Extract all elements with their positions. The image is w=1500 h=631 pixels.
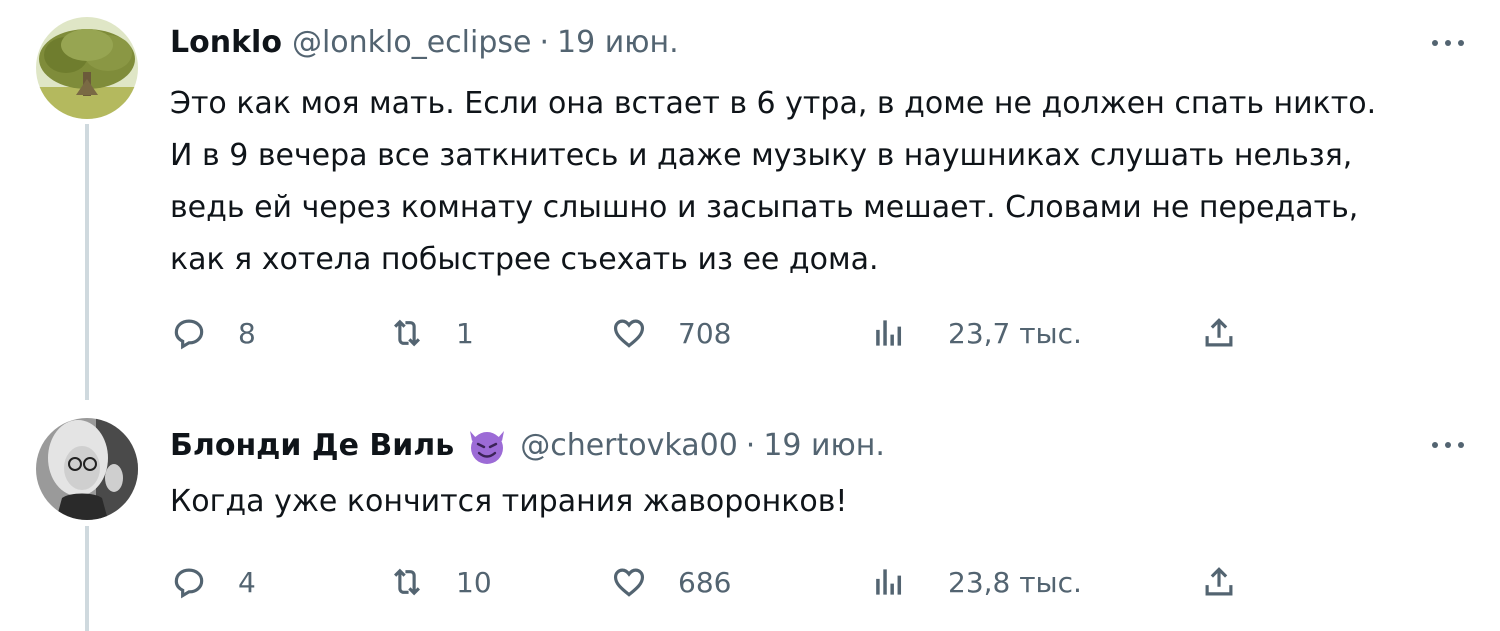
- tweet: Блонди Де Виль @chertovka00 · 19 июн. Ко…: [0, 400, 1500, 631]
- views-chart-icon: [876, 320, 902, 346]
- heart-icon: [613, 319, 645, 348]
- tweet-text-line: как я хотела побыстрее съехать из ее дом…: [170, 242, 879, 277]
- retweet-icon: [394, 568, 420, 596]
- tweet: Lonklo @lonklo_eclipse · 19 июн. Это как…: [0, 0, 1500, 400]
- thread-line: [85, 526, 89, 631]
- views-chart-icon: [876, 569, 902, 595]
- more-options-icon[interactable]: [1428, 427, 1468, 463]
- like-button[interactable]: 686: [610, 559, 731, 605]
- reply-button[interactable]: 4: [170, 559, 256, 605]
- share-icon: [1205, 567, 1233, 596]
- views-button[interactable]: 23,7 тыс.: [870, 310, 1082, 356]
- tweet-text-line: Это как моя мать. Если она встает в 6 ут…: [170, 86, 1377, 121]
- reply-count: 4: [238, 565, 256, 599]
- author-name[interactable]: Блонди Де Виль: [170, 428, 454, 464]
- tweet-text-line: Когда уже кончится тирания жаворонков!: [170, 484, 848, 519]
- tweet-actions: 4 10 686 23,8 тыс.: [170, 559, 1250, 605]
- like-count: 708: [678, 316, 732, 350]
- heart-icon: [613, 568, 645, 597]
- views-count: 23,7 тыс.: [948, 316, 1082, 350]
- views-button[interactable]: 23,8 тыс.: [870, 559, 1082, 605]
- author-name[interactable]: Lonklo: [170, 25, 282, 61]
- retweet-count: 10: [456, 565, 492, 599]
- thread-line: [85, 124, 89, 400]
- reply-button[interactable]: 8: [170, 310, 256, 356]
- retweet-button[interactable]: 1: [388, 310, 474, 356]
- author-handle[interactable]: @chertovka00: [520, 428, 738, 464]
- tweet-actions: 8 1 708 23,7 тыс.: [170, 310, 1250, 356]
- separator: ·: [539, 25, 550, 60]
- share-button[interactable]: [1200, 559, 1238, 605]
- retweet-button[interactable]: 10: [388, 559, 492, 605]
- tweet-text: Когда уже кончится тирания жаворонков!: [170, 476, 1460, 528]
- tweet-text: Это как моя мать. Если она встает в 6 ут…: [170, 78, 1460, 286]
- share-button[interactable]: [1200, 310, 1238, 356]
- tweet-header: Lonklo @lonklo_eclipse · 19 июн.: [170, 25, 679, 61]
- share-icon: [1205, 318, 1233, 347]
- tweet-date[interactable]: 19 июн.: [763, 428, 885, 464]
- tweet-text-line: ведь ей через комнату слышно и засыпать …: [170, 190, 1359, 225]
- reply-count: 8: [238, 316, 256, 350]
- avatar[interactable]: [36, 418, 138, 520]
- tree-avatar-image: [36, 17, 138, 119]
- tweet-text-line: И в 9 вечера все заткнитесь и даже музык…: [170, 138, 1353, 173]
- author-handle[interactable]: @lonklo_eclipse: [292, 25, 532, 61]
- retweet-icon: [394, 319, 420, 347]
- woman-avatar-image: [36, 418, 138, 520]
- like-count: 686: [678, 565, 732, 599]
- like-button[interactable]: 708: [610, 310, 731, 356]
- more-options-icon[interactable]: [1428, 25, 1468, 61]
- smiling-devil-emoji-icon: [464, 427, 510, 465]
- avatar[interactable]: [36, 17, 138, 119]
- retweet-count: 1: [456, 316, 474, 350]
- separator: ·: [745, 428, 756, 463]
- tweet-header: Блонди Де Виль @chertovka00 · 19 июн.: [170, 427, 885, 465]
- tweet-date[interactable]: 19 июн.: [557, 25, 679, 61]
- reply-icon: [174, 319, 204, 350]
- views-count: 23,8 тыс.: [948, 565, 1082, 599]
- reply-icon: [174, 568, 204, 599]
